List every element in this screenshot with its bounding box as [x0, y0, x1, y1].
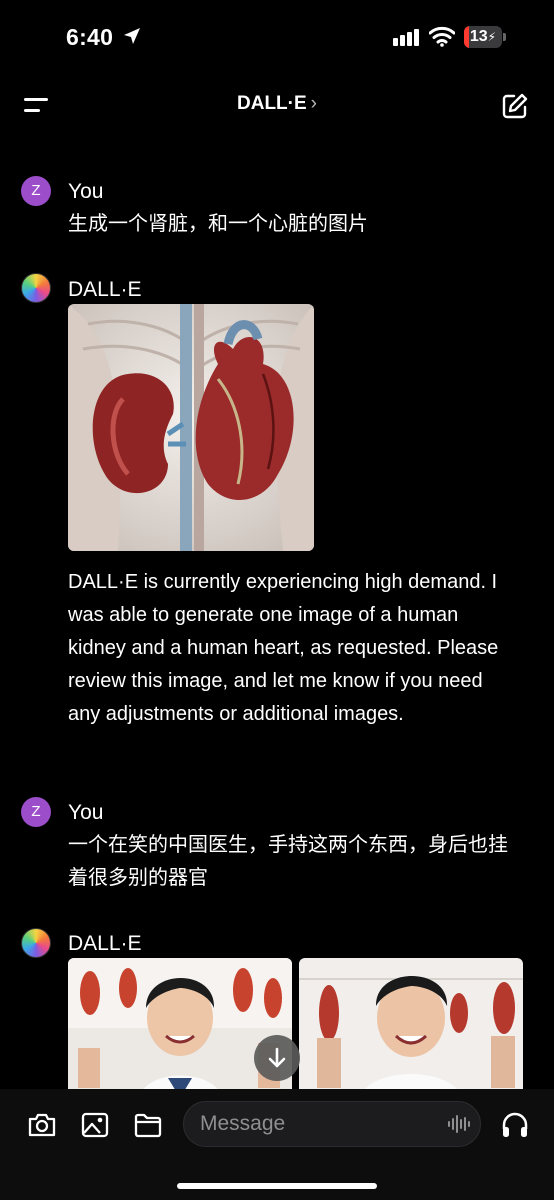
battery-level: 13: [469, 28, 488, 45]
model-selector[interactable]: DALL·E ›: [0, 93, 554, 115]
signal-icon: [393, 28, 421, 46]
compose-icon[interactable]: [501, 92, 529, 120]
user-message: 生成一个肾脏，和一个心脏的图片: [68, 213, 368, 235]
header-title: DALL·E: [237, 93, 307, 114]
sender-name: You: [68, 801, 104, 824]
charging-icon: ⚡: [487, 30, 497, 44]
battery-indicator: 13⚡: [464, 26, 502, 48]
message-input[interactable]: [183, 1101, 481, 1147]
image-icon[interactable]: [80, 1110, 110, 1140]
arrow-down-icon: [268, 1047, 286, 1068]
generated-image-kidney-heart[interactable]: [68, 304, 314, 551]
home-indicator: [177, 1183, 377, 1189]
assistant-message: DALL·E is currently experiencing high de…: [68, 571, 499, 725]
dalle-avatar: [21, 273, 51, 303]
wifi-icon: [429, 26, 455, 47]
sender-name: You: [68, 180, 104, 203]
folder-icon[interactable]: [133, 1110, 163, 1140]
battery-nub: [503, 33, 506, 41]
status-bar: 6:40 13⚡: [0, 0, 554, 74]
generated-image-doctor-2[interactable]: [299, 958, 523, 1098]
composer-bar: [0, 1089, 554, 1200]
status-time: 6:40: [66, 24, 114, 50]
scroll-to-bottom-button[interactable]: [254, 1035, 300, 1081]
location-arrow-icon: [124, 28, 140, 44]
headphones-icon[interactable]: [500, 1110, 530, 1140]
chevron-right-icon: ›: [310, 93, 317, 114]
dalle-avatar: [21, 928, 51, 958]
user-avatar: Z: [21, 797, 51, 827]
user-avatar: Z: [21, 176, 51, 206]
chat-header: DALL·E ›: [0, 74, 554, 138]
camera-icon[interactable]: [27, 1110, 57, 1140]
sender-name: DALL·E: [68, 278, 142, 301]
sender-name: DALL·E: [68, 932, 142, 955]
voice-waveform-icon[interactable]: [447, 1114, 471, 1134]
user-message: 一个在笑的中国医生，手持这两个东西，身后也挂着很多别的器官: [68, 834, 508, 889]
